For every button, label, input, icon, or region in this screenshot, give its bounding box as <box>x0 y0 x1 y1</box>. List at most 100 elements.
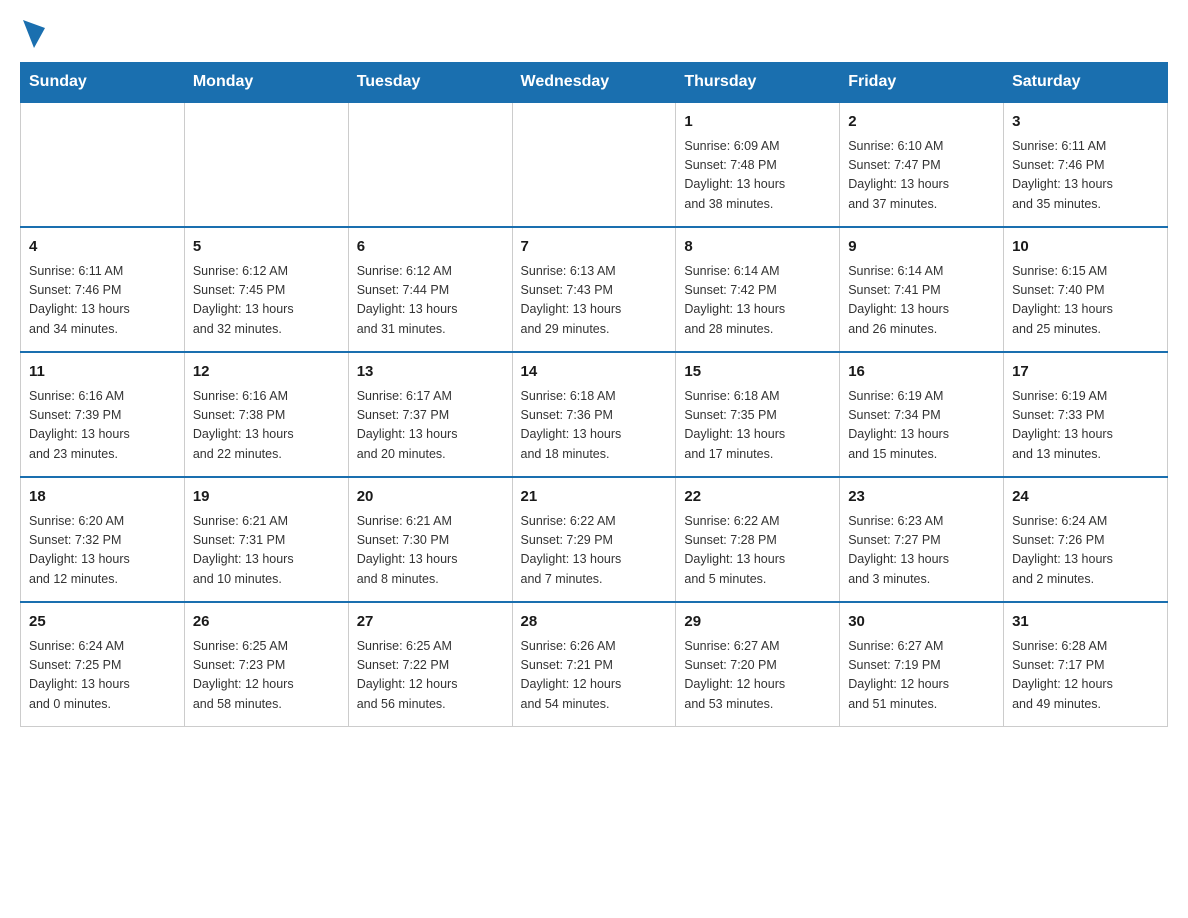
calendar-cell: 28 Sunrise: 6:26 AMSunset: 7:21 PMDayligh… <box>512 602 676 727</box>
calendar-cell: 31Sunrise: 6:28 AMSunset: 7:17 PMDayligh… <box>1004 602 1168 727</box>
header-saturday: Saturday <box>1004 63 1168 103</box>
calendar-cell: 18 Sunrise: 6:20 AMSunset: 7:32 PMDayligh… <box>21 477 185 602</box>
day-number: 26 <box>193 611 340 634</box>
calendar-cell: 25 Sunrise: 6:24 AMSunset: 7:25 PMDayligh… <box>21 602 185 727</box>
day-number: 15 <box>684 361 831 384</box>
day-number: 22 <box>684 486 831 509</box>
calendar-table: Sunday Monday Tuesday Wednesday Thursday… <box>20 62 1168 727</box>
day-number: 20 <box>357 486 504 509</box>
calendar-week-row: 18 Sunrise: 6:20 AMSunset: 7:32 PMDayligh… <box>21 477 1168 602</box>
day-info: Sunrise: 6:27 AMSunset: 7:20 PMDaylight:… <box>684 637 831 715</box>
calendar-cell: 16Sunrise: 6:19 AMSunset: 7:34 PMDayligh… <box>840 352 1004 477</box>
day-number: 10 <box>1012 236 1159 259</box>
calendar-cell: 13Sunrise: 6:17 AMSunset: 7:37 PMDayligh… <box>348 352 512 477</box>
weekday-header-row: Sunday Monday Tuesday Wednesday Thursday… <box>21 63 1168 103</box>
day-number: 4 <box>29 236 176 259</box>
calendar-cell: 21 Sunrise: 6:22 AMSunset: 7:29 PMDayligh… <box>512 477 676 602</box>
day-info: Sunrise: 6:11 AMSunset: 7:46 PMDaylight:… <box>29 262 176 340</box>
day-info: Sunrise: 6:26 AMSunset: 7:21 PMDaylight:… <box>521 637 668 715</box>
day-number: 21 <box>521 486 668 509</box>
day-number: 18 <box>29 486 176 509</box>
calendar-cell: 4 Sunrise: 6:11 AMSunset: 7:46 PMDaylight… <box>21 227 185 352</box>
calendar-cell <box>348 102 512 227</box>
header-monday: Monday <box>184 63 348 103</box>
calendar-cell: 27 Sunrise: 6:25 AMSunset: 7:22 PMDayligh… <box>348 602 512 727</box>
calendar-cell <box>184 102 348 227</box>
calendar-week-row: 4 Sunrise: 6:11 AMSunset: 7:46 PMDaylight… <box>21 227 1168 352</box>
day-number: 29 <box>684 611 831 634</box>
day-info: Sunrise: 6:16 AMSunset: 7:38 PMDaylight:… <box>193 387 340 465</box>
header-thursday: Thursday <box>676 63 840 103</box>
day-number: 3 <box>1012 111 1159 134</box>
day-info: Sunrise: 6:11 AMSunset: 7:46 PMDaylight:… <box>1012 137 1159 215</box>
calendar-cell: 15 Sunrise: 6:18 AMSunset: 7:35 PMDayligh… <box>676 352 840 477</box>
calendar-cell <box>512 102 676 227</box>
day-number: 13 <box>357 361 504 384</box>
day-number: 12 <box>193 361 340 384</box>
calendar-cell: 29 Sunrise: 6:27 AMSunset: 7:20 PMDayligh… <box>676 602 840 727</box>
calendar-cell: 6 Sunrise: 6:12 AMSunset: 7:44 PMDaylight… <box>348 227 512 352</box>
calendar-cell: 22Sunrise: 6:22 AMSunset: 7:28 PMDayligh… <box>676 477 840 602</box>
day-number: 8 <box>684 236 831 259</box>
calendar-body: 1 Sunrise: 6:09 AMSunset: 7:48 PMDaylight… <box>21 102 1168 727</box>
header-sunday: Sunday <box>21 63 185 103</box>
day-info: Sunrise: 6:18 AMSunset: 7:35 PMDaylight:… <box>684 387 831 465</box>
day-number: 30 <box>848 611 995 634</box>
day-info: Sunrise: 6:14 AMSunset: 7:41 PMDaylight:… <box>848 262 995 340</box>
day-number: 19 <box>193 486 340 509</box>
calendar-cell: 14 Sunrise: 6:18 AMSunset: 7:36 PMDayligh… <box>512 352 676 477</box>
day-number: 2 <box>848 111 995 134</box>
calendar-cell: 24Sunrise: 6:24 AMSunset: 7:26 PMDayligh… <box>1004 477 1168 602</box>
calendar-cell: 1 Sunrise: 6:09 AMSunset: 7:48 PMDaylight… <box>676 102 840 227</box>
logo <box>20 20 45 46</box>
day-number: 17 <box>1012 361 1159 384</box>
header-wednesday: Wednesday <box>512 63 676 103</box>
calendar-cell <box>21 102 185 227</box>
day-info: Sunrise: 6:15 AMSunset: 7:40 PMDaylight:… <box>1012 262 1159 340</box>
day-number: 23 <box>848 486 995 509</box>
day-number: 16 <box>848 361 995 384</box>
calendar-cell: 2Sunrise: 6:10 AMSunset: 7:47 PMDaylight… <box>840 102 1004 227</box>
calendar-cell: 20 Sunrise: 6:21 AMSunset: 7:30 PMDayligh… <box>348 477 512 602</box>
day-info: Sunrise: 6:25 AMSunset: 7:23 PMDaylight:… <box>193 637 340 715</box>
day-info: Sunrise: 6:20 AMSunset: 7:32 PMDaylight:… <box>29 512 176 590</box>
day-info: Sunrise: 6:27 AMSunset: 7:19 PMDaylight:… <box>848 637 995 715</box>
calendar-cell: 10 Sunrise: 6:15 AMSunset: 7:40 PMDayligh… <box>1004 227 1168 352</box>
calendar-cell: 30 Sunrise: 6:27 AMSunset: 7:19 PMDayligh… <box>840 602 1004 727</box>
calendar-cell: 9 Sunrise: 6:14 AMSunset: 7:41 PMDaylight… <box>840 227 1004 352</box>
day-info: Sunrise: 6:18 AMSunset: 7:36 PMDaylight:… <box>521 387 668 465</box>
page-header <box>20 20 1168 46</box>
day-info: Sunrise: 6:24 AMSunset: 7:25 PMDaylight:… <box>29 637 176 715</box>
day-info: Sunrise: 6:21 AMSunset: 7:31 PMDaylight:… <box>193 512 340 590</box>
calendar-week-row: 11Sunrise: 6:16 AMSunset: 7:39 PMDayligh… <box>21 352 1168 477</box>
day-number: 31 <box>1012 611 1159 634</box>
logo-triangle-icon <box>23 20 45 48</box>
header-friday: Friday <box>840 63 1004 103</box>
calendar-cell: 7Sunrise: 6:13 AMSunset: 7:43 PMDaylight… <box>512 227 676 352</box>
calendar-header: Sunday Monday Tuesday Wednesday Thursday… <box>21 63 1168 103</box>
calendar-cell: 12 Sunrise: 6:16 AMSunset: 7:38 PMDayligh… <box>184 352 348 477</box>
calendar-cell: 8Sunrise: 6:14 AMSunset: 7:42 PMDaylight… <box>676 227 840 352</box>
day-number: 27 <box>357 611 504 634</box>
day-number: 5 <box>193 236 340 259</box>
day-info: Sunrise: 6:09 AMSunset: 7:48 PMDaylight:… <box>684 137 831 215</box>
day-info: Sunrise: 6:12 AMSunset: 7:45 PMDaylight:… <box>193 262 340 340</box>
day-number: 1 <box>684 111 831 134</box>
day-number: 24 <box>1012 486 1159 509</box>
day-number: 6 <box>357 236 504 259</box>
calendar-cell: 17Sunrise: 6:19 AMSunset: 7:33 PMDayligh… <box>1004 352 1168 477</box>
day-number: 28 <box>521 611 668 634</box>
header-tuesday: Tuesday <box>348 63 512 103</box>
day-number: 25 <box>29 611 176 634</box>
day-info: Sunrise: 6:22 AMSunset: 7:29 PMDaylight:… <box>521 512 668 590</box>
calendar-cell: 19 Sunrise: 6:21 AMSunset: 7:31 PMDayligh… <box>184 477 348 602</box>
day-info: Sunrise: 6:21 AMSunset: 7:30 PMDaylight:… <box>357 512 504 590</box>
day-info: Sunrise: 6:13 AMSunset: 7:43 PMDaylight:… <box>521 262 668 340</box>
day-info: Sunrise: 6:12 AMSunset: 7:44 PMDaylight:… <box>357 262 504 340</box>
calendar-week-row: 25 Sunrise: 6:24 AMSunset: 7:25 PMDayligh… <box>21 602 1168 727</box>
day-number: 14 <box>521 361 668 384</box>
calendar-week-row: 1 Sunrise: 6:09 AMSunset: 7:48 PMDaylight… <box>21 102 1168 227</box>
calendar-cell: 11Sunrise: 6:16 AMSunset: 7:39 PMDayligh… <box>21 352 185 477</box>
day-number: 9 <box>848 236 995 259</box>
day-info: Sunrise: 6:25 AMSunset: 7:22 PMDaylight:… <box>357 637 504 715</box>
